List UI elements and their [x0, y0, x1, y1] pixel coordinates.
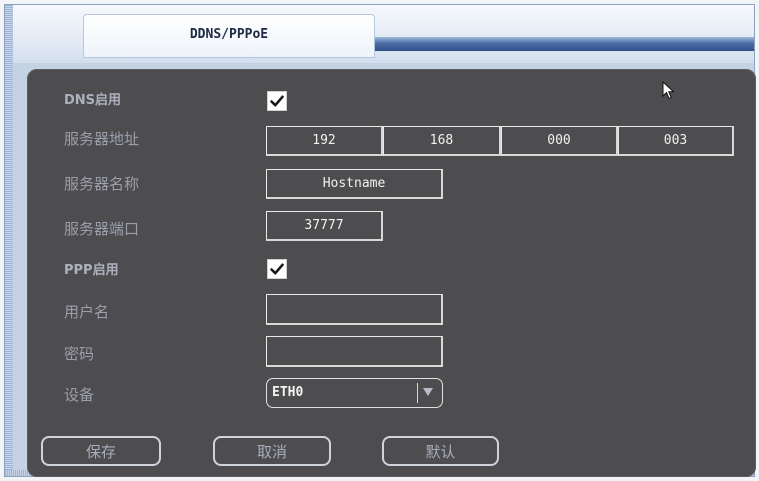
- tab-bar: DDNS/PPPoE: [13, 5, 754, 63]
- ppp-enable-checkbox[interactable]: [267, 259, 287, 279]
- tab-label: DDNS/PPPoE: [189, 27, 269, 42]
- device-select-value: ETH0: [272, 385, 304, 400]
- window-frame: DDNS/PPPoE DNS启用 服务器地址 192 168 000 003 服…: [4, 4, 756, 477]
- device-label: 设备: [64, 386, 95, 404]
- ip-octet-2-input[interactable]: 168: [383, 126, 501, 156]
- dns-enable-label: DNS启用: [64, 93, 122, 108]
- password-label: 密码: [64, 345, 95, 363]
- default-button[interactable]: 默认: [382, 436, 499, 466]
- ip-octet-4-input[interactable]: 003: [618, 126, 734, 156]
- username-input[interactable]: [266, 294, 443, 325]
- chevron-down-icon[interactable]: [423, 388, 433, 396]
- server-port-label: 服务器端口: [64, 220, 140, 238]
- password-input[interactable]: [266, 336, 443, 367]
- settings-panel: DNS启用 服务器地址 192 168 000 003 服务器名称 Hostna…: [27, 69, 756, 477]
- server-address-label: 服务器地址: [64, 130, 140, 148]
- frame-left-border: [5, 5, 13, 476]
- server-port-input[interactable]: 37777: [266, 211, 383, 241]
- check-icon: [270, 95, 284, 107]
- username-label: 用户名: [64, 303, 110, 321]
- cancel-button[interactable]: 取消: [213, 436, 331, 466]
- tab-strip: [373, 37, 754, 51]
- save-button[interactable]: 保存: [41, 436, 161, 466]
- ppp-enable-label: PPP启用: [64, 263, 119, 278]
- select-divider: [417, 383, 418, 403]
- mouse-pointer-icon: [662, 81, 675, 100]
- device-select[interactable]: ETH0: [266, 378, 443, 408]
- ip-octet-3-input[interactable]: 000: [501, 126, 618, 156]
- dns-enable-checkbox[interactable]: [267, 91, 287, 111]
- tab-ddns-pppoe[interactable]: DDNS/PPPoE: [83, 14, 375, 58]
- server-name-input[interactable]: Hostname: [266, 169, 443, 199]
- server-name-label: 服务器名称: [64, 175, 140, 193]
- check-icon: [270, 263, 284, 275]
- ip-octet-1-input[interactable]: 192: [266, 126, 383, 156]
